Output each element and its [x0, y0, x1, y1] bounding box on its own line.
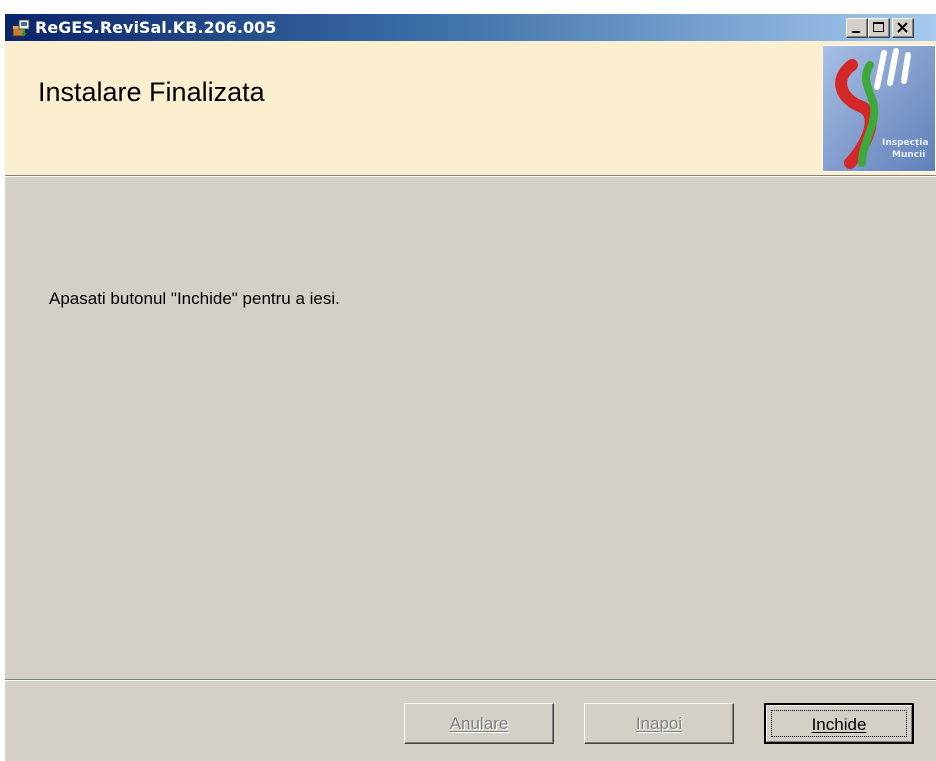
- cancel-button[interactable]: Anulare: [404, 703, 554, 744]
- close-icon: [897, 22, 908, 33]
- instruction-text: Apasati butonul "Inchide" pentru a iesi.: [49, 289, 340, 308]
- wizard-header: Instalare Finalizata Inspecția Muncii: [5, 41, 936, 175]
- close-window-button[interactable]: [892, 18, 914, 38]
- focus-rectangle: Inchide: [771, 710, 907, 737]
- installer-window: ReGES.ReviSal.KB.206.005 Instalare Final…: [4, 13, 936, 761]
- maximize-icon: [873, 22, 884, 32]
- page-title: Instalare Finalizata: [38, 77, 265, 107]
- header-separator-highlight: [5, 176, 936, 177]
- close-button-label: Inchide: [811, 715, 867, 734]
- title-bar[interactable]: ReGES.ReviSal.KB.206.005: [5, 14, 936, 41]
- minimize-icon: [852, 31, 860, 33]
- close-button[interactable]: Inchide: [764, 703, 914, 744]
- inspectia-muncii-logo: Inspecția Muncii: [822, 45, 936, 172]
- back-button-label: Inapoi: [635, 713, 683, 733]
- window-title: ReGES.ReviSal.KB.206.005: [35, 18, 277, 37]
- maximize-button[interactable]: [868, 18, 890, 38]
- footer-separator-highlight: [5, 680, 936, 681]
- logo-text-line2: Muncii: [892, 150, 925, 160]
- cancel-button-label: Anulare: [449, 713, 509, 733]
- minimize-button[interactable]: [846, 18, 868, 38]
- logo-text-line1: Inspecția: [882, 138, 928, 148]
- back-button[interactable]: Inapoi: [584, 703, 734, 744]
- installer-package-icon: [12, 19, 30, 37]
